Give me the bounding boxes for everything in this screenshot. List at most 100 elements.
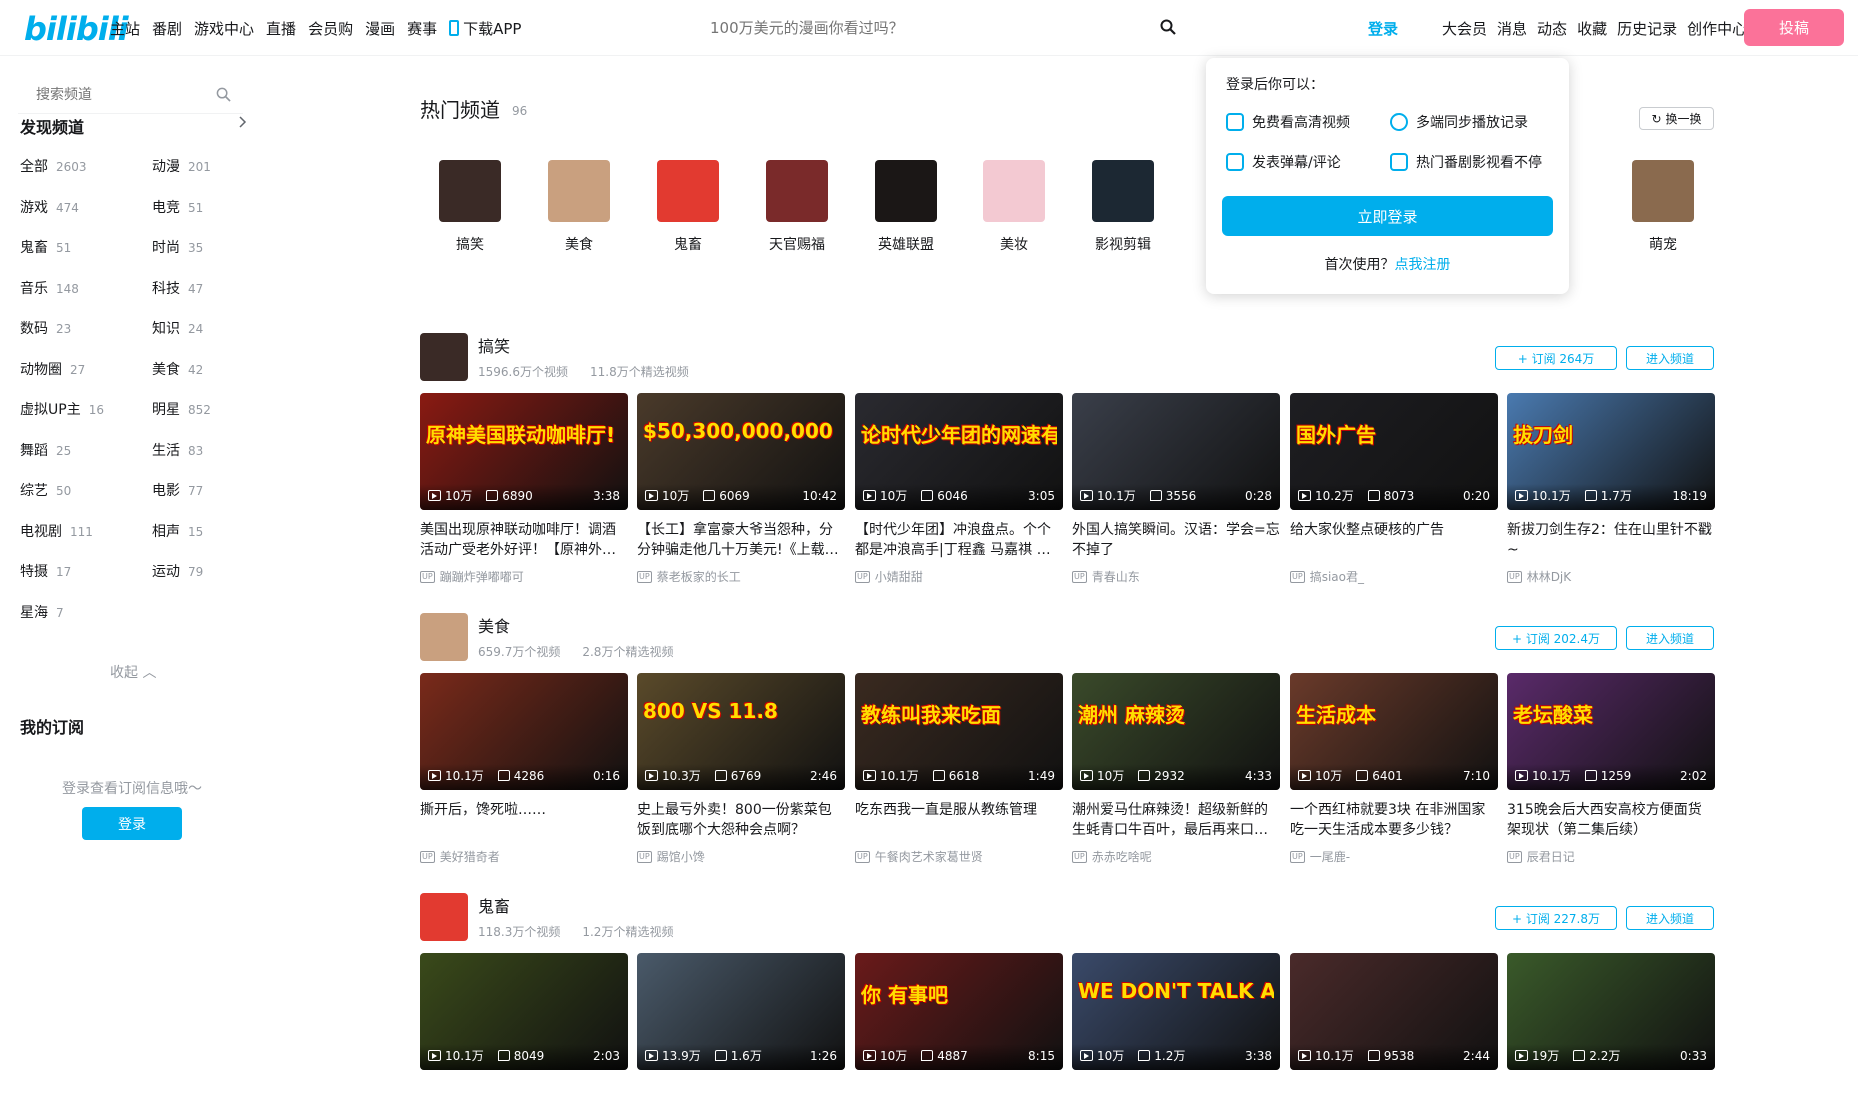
hot-channel[interactable]: 萌宠 (1632, 160, 1694, 254)
video-thumbnail[interactable]: 教练叫我来吃面 10.1万 6618 1:49 (855, 673, 1063, 790)
nav-item[interactable]: 直播 (266, 18, 296, 39)
video-title[interactable]: 给大家伙整点硬核的广告 (1290, 520, 1498, 560)
video-title[interactable]: 吃东西我一直是服从教练管理 (855, 800, 1063, 840)
category-item[interactable]: 电影 77 (152, 480, 203, 500)
video-title[interactable] (855, 1080, 1063, 1120)
subscribe-button[interactable]: + 订阅 227.8万 (1495, 906, 1617, 930)
section-name[interactable]: 搞笑 (478, 333, 510, 357)
login-link[interactable]: 登录 (1368, 18, 1398, 39)
category-item[interactable]: 综艺 50 (20, 480, 71, 500)
category-item[interactable]: 星海 7 (20, 602, 64, 622)
video-card[interactable]: 潮州 麻辣烫 10万 2932 4:33 潮州爱马仕麻辣烫！超级新鲜的生蚝青口牛百叶，最… (1072, 673, 1280, 865)
video-title[interactable]: 315晚会后大西安高校方便面货架现状（第二集后续） (1507, 800, 1715, 840)
video-card[interactable]: 拔刀剑 10.1万 1.7万 18:19 新拔刀剑生存2：住在山里针不戳~ UP 林林DjK (1507, 393, 1715, 585)
video-thumbnail[interactable]: $50,300,000,000 10万 6069 10:42 (637, 393, 845, 510)
user-nav-item[interactable]: 收藏 (1577, 18, 1607, 39)
video-card[interactable]: 800 VS 11.8 10.3万 6769 2:46 史上最亏外卖！800一份紫菜包饭… (637, 673, 845, 865)
video-title[interactable] (1072, 1080, 1280, 1120)
video-title[interactable] (637, 1080, 845, 1120)
video-thumbnail[interactable]: 10.1万 8049 2:03 (420, 953, 628, 1070)
uploader[interactable]: UP 一尾鹿- (1290, 848, 1498, 865)
category-item[interactable]: 动物圈 27 (20, 359, 85, 379)
search-icon[interactable] (216, 87, 231, 102)
video-card[interactable]: 原神美国联动咖啡厅! 10万 6890 3:38 美国出现原神联动咖啡厅！调酒活动广受老… (420, 393, 628, 585)
category-item[interactable]: 电视剧 111 (20, 521, 93, 541)
video-card[interactable]: 教练叫我来吃面 10.1万 6618 1:49 吃东西我一直是服从教练管理 UP 午餐肉艺术… (855, 673, 1063, 865)
video-title[interactable] (1507, 1080, 1715, 1120)
video-title[interactable]: 【长工】拿富豪大爷当怨种，分分钟骗走他几十万美元!《上载… (637, 520, 845, 560)
hot-channel[interactable]: 美食 (548, 160, 610, 254)
video-thumbnail[interactable]: 800 VS 11.8 10.3万 6769 2:46 (637, 673, 845, 790)
enter-channel-button[interactable]: 进入频道 (1626, 626, 1714, 650)
video-thumbnail[interactable]: 潮州 麻辣烫 10万 2932 4:33 (1072, 673, 1280, 790)
hot-channel[interactable]: 鬼畜 (657, 160, 719, 254)
video-thumbnail[interactable]: 10.1万 3556 0:28 (1072, 393, 1280, 510)
category-item[interactable]: 明星 852 (152, 399, 211, 419)
category-item[interactable]: 美食 42 (152, 359, 203, 379)
category-item[interactable]: 动漫 201 (152, 156, 211, 176)
video-card[interactable]: 19万 2.2万 0:33 (1507, 953, 1715, 1120)
user-nav-item[interactable]: 动态 (1537, 18, 1567, 39)
refresh-button[interactable]: ↻ 换一换 (1639, 107, 1714, 130)
video-thumbnail[interactable]: 生活成本 10万 6401 7:10 (1290, 673, 1498, 790)
uploader[interactable]: UP 美好猎奇者 (420, 848, 628, 865)
search-input[interactable] (694, 8, 1194, 48)
category-item[interactable]: 生活 83 (152, 440, 203, 460)
hot-channel[interactable]: 影视剪辑 (1092, 160, 1154, 254)
enter-channel-button[interactable]: 进入频道 (1626, 906, 1714, 930)
category-item[interactable]: 音乐 148 (20, 278, 79, 298)
hot-channel[interactable]: 英雄联盟 (875, 160, 937, 254)
uploader[interactable]: UP 蹦蹦炸弹嘟嘟可 (420, 568, 628, 585)
user-nav-item[interactable]: 消息 (1497, 18, 1527, 39)
uploader[interactable]: UP 赤赤吃啥呢 (1072, 848, 1280, 865)
video-card[interactable]: $50,300,000,000 10万 6069 10:42 【长工】拿富豪大爷当怨种，… (637, 393, 845, 585)
video-title[interactable]: 【时代少年团】冲浪盘点。个个都是冲浪高手|丁程鑫 马嘉祺 … (855, 520, 1063, 560)
category-item[interactable]: 科技 47 (152, 278, 203, 298)
video-thumbnail[interactable]: 拔刀剑 10.1万 1.7万 18:19 (1507, 393, 1715, 510)
category-item[interactable]: 特摄 17 (20, 561, 71, 581)
video-title[interactable]: 一个西红柿就要3块 在非洲国家吃一天生活成本要多少钱？ (1290, 800, 1498, 840)
user-nav-item[interactable]: 历史记录 (1617, 18, 1677, 39)
uploader[interactable]: UP 踢馆小馋 (637, 848, 845, 865)
video-title[interactable] (1290, 1080, 1498, 1120)
video-card[interactable]: 10.1万 8049 2:03 (420, 953, 628, 1120)
video-title[interactable]: 撕开后，馋死啦…… (420, 800, 628, 840)
video-card[interactable]: 论时代少年团的网速有多快 10万 6046 3:05 【时代少年团】冲浪盘点。个个都是冲… (855, 393, 1063, 585)
nav-item[interactable]: 番剧 (152, 18, 182, 39)
video-thumbnail[interactable]: 10.1万 4286 0:16 (420, 673, 628, 790)
category-item[interactable]: 舞蹈 25 (20, 440, 71, 460)
section-name[interactable]: 美食 (478, 613, 510, 637)
hot-channel[interactable]: 美妆 (983, 160, 1045, 254)
category-item[interactable]: 电竞 51 (152, 197, 203, 217)
section-avatar[interactable] (420, 333, 468, 381)
uploader[interactable]: UP 蔡老板家的长工 (637, 568, 845, 585)
sidebar-login-button[interactable]: 登录 (82, 807, 182, 840)
nav-item[interactable]: 赛事 (407, 18, 437, 39)
uploader[interactable]: UP 小婧甜甜 (855, 568, 1063, 585)
video-title[interactable]: 史上最亏外卖！800一份紫菜包饭到底哪个大怨种会点啊？ (637, 800, 845, 840)
discover-channels-title[interactable]: 发现频道 (20, 114, 84, 138)
popover-login-button[interactable]: 立即登录 (1222, 196, 1553, 236)
uploader[interactable]: UP 青春山东 (1072, 568, 1280, 585)
video-thumbnail[interactable]: 原神美国联动咖啡厅! 10万 6890 3:38 (420, 393, 628, 510)
video-card[interactable]: 老坛酸菜 10.1万 1259 2:02 315晚会后大西安高校方便面货架现状（第二集后… (1507, 673, 1715, 865)
uploader[interactable]: UP 搞siao君_ (1290, 568, 1498, 585)
subscribe-button[interactable]: + 订阅 264万 (1495, 346, 1617, 370)
video-card[interactable]: 10.1万 4286 0:16 撕开后，馋死啦…… UP 美好猎奇者 (420, 673, 628, 865)
nav-item[interactable]: 游戏中心 (194, 18, 254, 39)
video-card[interactable]: 10.1万 3556 0:28 外国人搞笑瞬间。汉语：学会=忘不掉了 UP 青春山东 (1072, 393, 1280, 585)
video-title[interactable]: 新拔刀剑生存2：住在山里针不戳~ (1507, 520, 1715, 560)
video-thumbnail[interactable]: WE DON'T TALK ABOUT SLEEPY JOE 10万 1.2万 3:3… (1072, 953, 1280, 1070)
chevron-right-icon[interactable] (236, 116, 248, 128)
category-item[interactable]: 数码 23 (20, 318, 71, 338)
upload-button[interactable]: 投稿 (1744, 9, 1844, 46)
video-card[interactable]: 国外广告 10.2万 8073 0:20 给大家伙整点硬核的广告 UP 搞siao君_ (1290, 393, 1498, 585)
video-card[interactable]: 13.9万 1.6万 1:26 (637, 953, 845, 1120)
section-avatar[interactable] (420, 613, 468, 661)
hot-channel[interactable]: 搞笑 (439, 160, 501, 254)
channel-search-input[interactable] (18, 76, 243, 114)
video-thumbnail[interactable]: 国外广告 10.2万 8073 0:20 (1290, 393, 1498, 510)
video-thumbnail[interactable]: 论时代少年团的网速有多快 10万 6046 3:05 (855, 393, 1063, 510)
search-icon[interactable] (1160, 19, 1176, 35)
video-card[interactable]: 你 有事吧 10万 4887 8:15 (855, 953, 1063, 1120)
